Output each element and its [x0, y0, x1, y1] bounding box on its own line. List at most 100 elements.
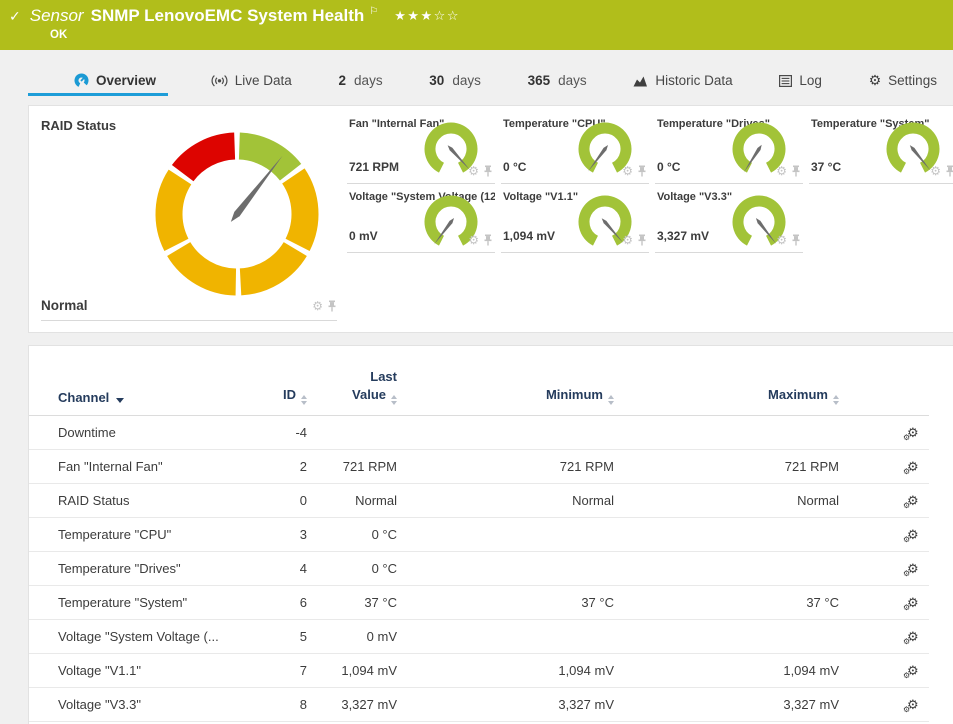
gauge-settings-icon[interactable]	[468, 234, 479, 246]
cell-last-value: 0 °C	[307, 551, 397, 585]
cell-last-value: 0 °C	[307, 517, 397, 551]
edit-channel-icon[interactable]	[907, 699, 919, 712]
edit-channel-icon[interactable]	[907, 631, 919, 644]
cell-channel: Voltage "V1.1"	[29, 653, 251, 687]
pin-icon[interactable]	[791, 234, 801, 246]
table-header-row: Channel ID Last Value Minimum Maximum	[29, 368, 929, 415]
cell-id: 0	[251, 483, 307, 517]
edit-channel-icon[interactable]	[907, 495, 919, 508]
gauge-settings-icon[interactable]	[776, 165, 787, 177]
edit-channel-icon[interactable]	[907, 597, 919, 610]
cell-channel: Voltage "System Voltage (...	[29, 619, 251, 653]
column-header-maximum[interactable]: Maximum	[614, 368, 839, 415]
tab-label: Live Data	[235, 73, 292, 88]
cell-maximum: 3,327 mV	[614, 687, 839, 721]
cell-actions	[839, 551, 929, 585]
gauge-settings-icon[interactable]	[622, 234, 633, 246]
cell-id: 7	[251, 653, 307, 687]
cell-channel: Temperature "Drives"	[29, 551, 251, 585]
gauge-value: 0 mV	[349, 229, 378, 243]
area-chart-icon	[633, 75, 648, 87]
gauge-cell: Temperature "System"37 °C	[809, 113, 953, 184]
gauge-settings-icon[interactable]	[622, 165, 633, 177]
edit-channel-icon[interactable]	[907, 529, 919, 542]
tab-label: Settings	[888, 73, 937, 88]
tab-log[interactable]: Log	[775, 68, 826, 93]
prtg-sensor-page: Sensor SNMP LenovoEMC System Health ★★★☆…	[0, 0, 953, 724]
pin-icon[interactable]	[483, 165, 493, 177]
tab-label: Log	[799, 73, 822, 88]
tab-overview[interactable]: Overview	[28, 68, 168, 96]
gauge-settings-icon[interactable]	[776, 234, 787, 246]
edit-channel-icon[interactable]	[907, 665, 919, 678]
cell-maximum	[614, 619, 839, 653]
edit-channel-icon[interactable]	[907, 461, 919, 474]
gauge-settings-icon[interactable]	[312, 300, 323, 312]
pin-icon[interactable]	[945, 165, 953, 177]
tab-30-days[interactable]: 30 days	[425, 68, 485, 93]
table-row: Temperature "System"637 °C37 °C37 °C	[29, 585, 929, 619]
gauge-value: 0 °C	[503, 160, 526, 174]
tab-365-days[interactable]: 365 days	[524, 68, 591, 93]
pin-icon[interactable]	[483, 234, 493, 246]
tab-label: days	[354, 73, 383, 88]
column-header-last-value[interactable]: Last Value	[307, 368, 397, 415]
flag-icon[interactable]	[369, 6, 378, 17]
gauge-value: 721 RPM	[349, 160, 399, 174]
gauge-cell: Temperature "Drives"0 °C	[655, 113, 803, 184]
gauge-cell: Temperature "CPU"0 °C	[501, 113, 649, 184]
gauge-cell: Voltage "System Voltage (12...0 mV	[347, 186, 495, 253]
cell-maximum	[614, 551, 839, 585]
pin-icon[interactable]	[327, 300, 337, 312]
table-row: RAID Status0NormalNormalNormal	[29, 483, 929, 517]
cell-id: 2	[251, 449, 307, 483]
chevron-down-icon	[116, 398, 124, 403]
gauge-value: 3,327 mV	[657, 229, 709, 243]
raid-status-gauge	[147, 126, 327, 302]
cell-last-value: 37 °C	[307, 585, 397, 619]
tab-2-days[interactable]: 2 days	[335, 68, 387, 93]
cell-channel: Temperature "CPU"	[29, 517, 251, 551]
log-icon	[779, 75, 792, 87]
status-badge: OK	[50, 29, 67, 41]
edit-channel-icon[interactable]	[907, 563, 919, 576]
table-row: Temperature "Drives"40 °C	[29, 551, 929, 585]
priority-stars[interactable]: ★★★☆☆	[394, 9, 460, 24]
cell-actions	[839, 619, 929, 653]
sort-icon	[833, 395, 839, 405]
tab-bar: Overview Live Data 2 days 30 days 365	[0, 68, 953, 96]
cell-id: 5	[251, 619, 307, 653]
cell-id: 3	[251, 517, 307, 551]
sensor-status-bar: Sensor SNMP LenovoEMC System Health ★★★☆…	[0, 0, 953, 50]
gauge-settings-icon[interactable]	[930, 165, 941, 177]
tab-label: days	[558, 73, 587, 88]
cell-channel: RAID Status	[29, 483, 251, 517]
column-header-channel[interactable]: Channel	[29, 368, 251, 415]
column-header-minimum[interactable]: Minimum	[397, 368, 614, 415]
pin-icon[interactable]	[791, 165, 801, 177]
gauge-value: 1,094 mV	[503, 229, 555, 243]
cell-maximum	[614, 415, 839, 449]
cell-last-value: 1,094 mV	[307, 653, 397, 687]
cell-minimum	[397, 517, 614, 551]
sort-icon	[301, 395, 307, 405]
gauges-panel: RAID Status Normal Fan "Internal Fan"721…	[28, 105, 953, 333]
pin-icon[interactable]	[637, 165, 647, 177]
table-row: Voltage "V1.1"71,094 mV1,094 mV1,094 mV	[29, 653, 929, 687]
tab-label: days	[452, 73, 481, 88]
cell-actions	[839, 687, 929, 721]
pin-icon[interactable]	[637, 234, 647, 246]
column-header-id[interactable]: ID	[251, 368, 307, 415]
cell-actions	[839, 517, 929, 551]
cell-minimum: 1,094 mV	[397, 653, 614, 687]
cell-id: 4	[251, 551, 307, 585]
tab-historic-data[interactable]: Historic Data	[629, 68, 736, 93]
tab-live-data[interactable]: Live Data	[207, 68, 296, 93]
edit-channel-icon[interactable]	[907, 427, 919, 440]
gauge-cell: Fan "Internal Fan"721 RPM	[347, 113, 495, 184]
cell-actions	[839, 449, 929, 483]
tab-settings[interactable]: Settings	[865, 68, 941, 93]
cell-maximum: 1,094 mV	[614, 653, 839, 687]
gauge-settings-icon[interactable]	[468, 165, 479, 177]
cell-channel: Downtime	[29, 415, 251, 449]
